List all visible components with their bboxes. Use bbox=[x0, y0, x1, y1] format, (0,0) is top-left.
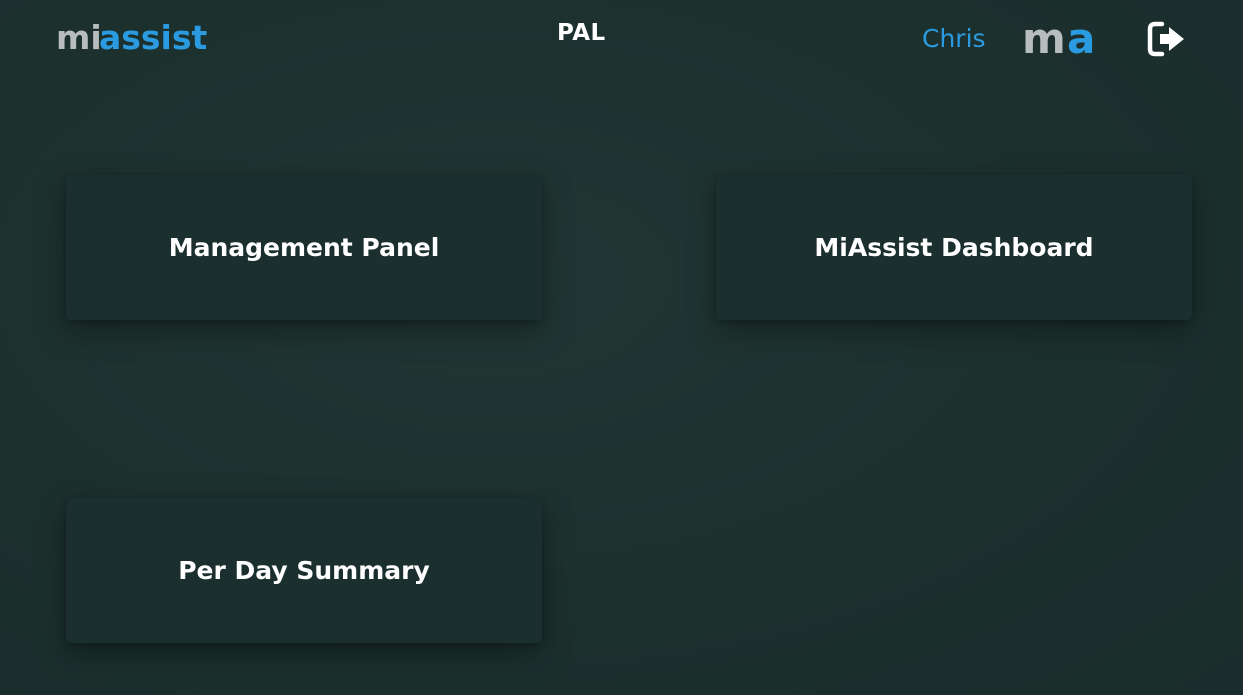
brand-mark-a: a bbox=[1067, 20, 1095, 58]
management-panel-card[interactable]: Management Panel bbox=[66, 175, 542, 320]
user-name[interactable]: Chris bbox=[922, 24, 986, 53]
card-label: Management Panel bbox=[168, 233, 440, 262]
per-day-summary-card[interactable]: Per Day Summary bbox=[66, 498, 542, 643]
card-label: Per Day Summary bbox=[178, 556, 430, 585]
miassist-logo[interactable]: mi assist bbox=[56, 20, 218, 54]
logo-text-mi: mi bbox=[56, 20, 102, 54]
card-label: MiAssist Dashboard bbox=[814, 233, 1094, 262]
miassist-dashboard-card[interactable]: MiAssist Dashboard bbox=[716, 175, 1192, 320]
sign-out-icon[interactable] bbox=[1146, 20, 1188, 58]
brand-mark-m: m bbox=[1022, 20, 1066, 58]
ma-brand-logo: m a bbox=[1022, 20, 1095, 58]
logo-text-assist: assist bbox=[99, 20, 208, 54]
page-title: PAL bbox=[557, 20, 606, 46]
app-page: mi assist PAL Chris m a Management Panel… bbox=[0, 0, 1243, 695]
top-bar: mi assist PAL Chris m a bbox=[0, 0, 1243, 80]
